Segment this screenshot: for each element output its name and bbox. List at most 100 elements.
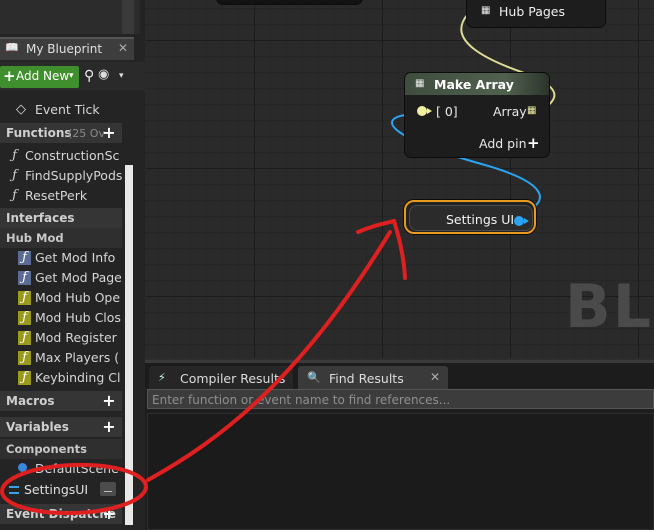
- category-label: Functions: [6, 126, 72, 140]
- top-scrollbar[interactable]: [122, 0, 134, 34]
- category-macros[interactable]: Macros +: [0, 391, 122, 411]
- interface-event-icon: ƒ: [18, 371, 31, 385]
- category-functions[interactable]: Functions (25 Ov +: [0, 123, 122, 143]
- component-options-button[interactable]: [100, 482, 116, 496]
- category-label: Macros: [6, 394, 55, 408]
- list-item-component[interactable]: DefaultScene: [0, 459, 122, 479]
- list-item-function[interactable]: ƒ ConstructionSc: [0, 146, 122, 166]
- list-item-interface-event[interactable]: ƒ Mod Register: [0, 328, 122, 348]
- node-header[interactable]: ▦ Make Array: [405, 73, 549, 95]
- graph-node-offscreen[interactable]: [217, 0, 362, 4]
- pin-arrow-icon: [524, 218, 529, 224]
- category-variables[interactable]: Variables +: [0, 417, 122, 437]
- widget-component-icon: [9, 486, 19, 494]
- node-title: Settings UI: [446, 212, 515, 227]
- pin-arrow-icon: [427, 108, 432, 114]
- array-icon: ▦: [415, 78, 425, 89]
- blueprint-editor: 📖 My Blueprint ✕ + Add New ▾ ⚲ ◉ ▾ ◇ Eve…: [0, 0, 654, 530]
- tab-label: Find Results: [329, 371, 404, 386]
- magnifier-icon: 🔍: [307, 371, 321, 384]
- graph-node-make-array[interactable]: ▦ Make Array [ 0] Array ▦ Add pin +: [405, 73, 549, 157]
- input-pin-label: [ 0]: [436, 104, 458, 119]
- interface-function-icon: ƒ: [18, 271, 31, 285]
- list-item-interface-event[interactable]: ƒ Max Players (: [0, 348, 122, 368]
- function-icon: ƒ: [12, 168, 17, 183]
- search-icon[interactable]: ⚲: [84, 68, 98, 84]
- scrollbar-thumb[interactable]: [125, 165, 133, 525]
- find-results-list: [147, 413, 654, 530]
- list-item-label: Mod Register: [35, 330, 117, 345]
- bottom-panel: ⚡ Compiler Results 🔍 Find Results ✕ Ente…: [145, 360, 654, 530]
- tab-label: Compiler Results: [180, 371, 286, 386]
- event-diamond-icon: ◇: [16, 102, 26, 117]
- function-icon: ƒ: [12, 148, 17, 163]
- graph-node-settings-ui[interactable]: Settings UI: [404, 200, 536, 234]
- chevron-down-icon: ▾: [69, 71, 74, 81]
- eye-icon[interactable]: ◉: [98, 68, 116, 81]
- close-icon[interactable]: ✕: [118, 41, 128, 55]
- interface-function-icon: ƒ: [18, 251, 31, 265]
- tab-my-blueprint[interactable]: 📖 My Blueprint ✕: [0, 37, 134, 60]
- node-title: Make Array: [434, 77, 514, 92]
- add-event-dispatcher-button[interactable]: +: [100, 506, 118, 522]
- list-item-label: Keybinding Cl: [35, 370, 121, 385]
- add-new-label: Add New: [16, 69, 70, 83]
- find-references-input[interactable]: Enter function or event name to find ref…: [147, 389, 654, 409]
- list-item-function[interactable]: ƒ ResetPerk: [0, 186, 122, 206]
- function-icon: ƒ: [12, 188, 17, 203]
- list-item-interface-event[interactable]: ƒ Keybinding Cl: [0, 368, 122, 388]
- output-pin-label: Array: [493, 104, 527, 119]
- input-pin-0[interactable]: [417, 106, 427, 116]
- category-components[interactable]: Components: [0, 439, 122, 459]
- category-label: Variables: [6, 420, 69, 434]
- list-item-label: DefaultScene: [35, 461, 119, 476]
- list-item-label: Get Mod Info: [35, 250, 116, 265]
- close-icon[interactable]: ✕: [430, 370, 440, 384]
- add-variable-button[interactable]: +: [100, 419, 118, 435]
- category-label: Hub Mod: [6, 231, 64, 245]
- panel-scrollbar[interactable]: [122, 90, 135, 530]
- list-item-interface-event[interactable]: ƒ Mod Hub Ope: [0, 288, 122, 308]
- list-item-label: Event Tick: [35, 102, 100, 117]
- list-item-interface-function[interactable]: ƒ Get Mod Page: [0, 268, 122, 288]
- list-item-interface-event[interactable]: ƒ Mod Hub Clos: [0, 308, 122, 328]
- panel-toolbar: + Add New ▾ ⚲ ◉ ▾: [0, 62, 145, 90]
- scene-component-icon: [18, 463, 27, 472]
- category-label: Components: [6, 442, 87, 456]
- category-interfaces[interactable]: Interfaces: [0, 208, 122, 228]
- list-item-label: Max Players (: [35, 350, 120, 365]
- tab-my-blueprint-label: My Blueprint: [26, 42, 103, 56]
- top-panel-remnant: [0, 0, 140, 34]
- tab-find-results[interactable]: 🔍 Find Results ✕: [298, 366, 448, 391]
- event-graph-canvas[interactable]: BLU ▦ Hub Pages ▦ Make Array [ 0] Array …: [145, 0, 654, 360]
- array-pin-icon[interactable]: ▦: [527, 105, 536, 116]
- blueprint-watermark: BLU: [565, 272, 654, 342]
- bottom-tab-bar: ⚡ Compiler Results 🔍 Find Results ✕: [145, 360, 654, 391]
- book-icon: 📖: [5, 41, 19, 54]
- category-hub-mod[interactable]: Hub Mod: [0, 228, 122, 248]
- plus-icon: +: [3, 67, 16, 85]
- list-item-label: ConstructionSc: [25, 148, 120, 163]
- category-event-dispatchers[interactable]: Event Dispatche +: [0, 504, 122, 524]
- node-title: Hub Pages: [499, 4, 566, 19]
- list-item-label: Mod Hub Clos: [35, 310, 121, 325]
- add-macro-button[interactable]: +: [100, 393, 118, 409]
- graph-node-hub-pages[interactable]: ▦ Hub Pages: [467, 0, 605, 27]
- add-pin-plus-icon[interactable]: +: [527, 134, 540, 152]
- list-item-component-settings-ui[interactable]: SettingsUI: [0, 480, 122, 500]
- list-item-event-tick[interactable]: ◇ Event Tick: [0, 100, 122, 120]
- add-new-button[interactable]: + Add New ▾: [0, 66, 79, 88]
- list-item-function[interactable]: ƒ FindSupplyPods: [0, 166, 122, 186]
- list-item-interface-function[interactable]: ƒ Get Mod Info: [0, 248, 122, 268]
- view-options-chevron-icon[interactable]: ▾: [119, 71, 124, 81]
- interface-event-icon: ƒ: [18, 331, 31, 345]
- interface-event-icon: ƒ: [18, 351, 31, 365]
- node-body[interactable]: Settings UI: [409, 205, 533, 231]
- compiler-icon: ⚡: [158, 371, 166, 384]
- add-pin-label[interactable]: Add pin: [479, 136, 527, 151]
- list-item-label: ResetPerk: [25, 188, 88, 203]
- output-object-pin[interactable]: [514, 216, 524, 226]
- tab-compiler-results[interactable]: ⚡ Compiler Results: [149, 366, 293, 391]
- my-blueprint-panel: 📖 My Blueprint ✕ + Add New ▾ ⚲ ◉ ▾ ◇ Eve…: [0, 0, 145, 530]
- add-function-button[interactable]: +: [100, 125, 118, 141]
